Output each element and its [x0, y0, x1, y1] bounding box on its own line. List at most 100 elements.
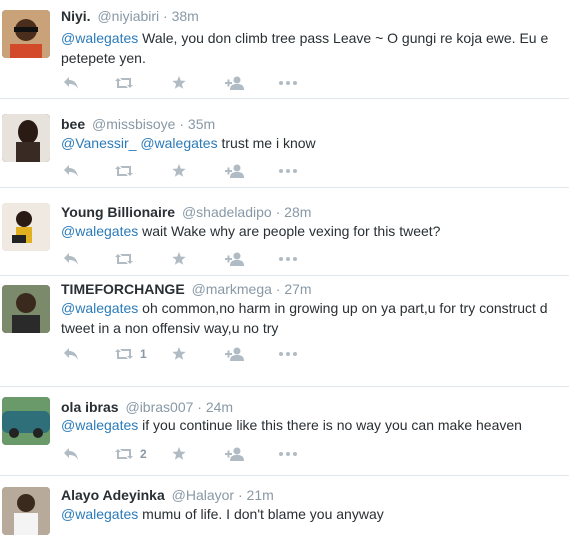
mention-link[interactable]: @walegates [140, 135, 217, 151]
mention-link[interactable]: @walegates [61, 506, 138, 522]
separator: · [163, 8, 168, 24]
fullname[interactable]: bee [61, 116, 85, 132]
tweet-header: TIMEFORCHANGE @markmega · 27m [61, 281, 312, 297]
avatar[interactable] [2, 114, 50, 162]
fullname[interactable]: ola ibras [61, 399, 119, 415]
tweet-text: @walegates Wale, you don climb tree pass… [61, 28, 561, 68]
more-icon [279, 452, 297, 456]
separator: · [275, 281, 281, 297]
favorite-button[interactable] [172, 444, 186, 464]
more-button[interactable] [279, 249, 297, 269]
reply-icon [64, 253, 78, 265]
tweet-header: Young Billionaire @shadeladipo · 28m [61, 204, 311, 220]
follow-button[interactable] [225, 73, 245, 93]
tweet-item[interactable]: Niyi. @niyiabiri · 38m @walegates Wale, … [0, 0, 569, 99]
more-icon [279, 169, 297, 173]
tweet-body: mumu of life. I don't blame you anyway [142, 506, 384, 522]
separator: · [179, 116, 185, 132]
avatar[interactable] [2, 285, 50, 333]
tweet-text: @Vanessir_ @walegates trust me i know [61, 133, 561, 153]
fullname[interactable]: Niyi. [61, 8, 91, 24]
retweet-button[interactable] [114, 73, 140, 93]
tweet-item[interactable]: Alayo Adeyinka @Halayor · 21m @walegates… [0, 476, 569, 536]
username[interactable]: @missbisoye [92, 116, 175, 132]
tweet-body: if you continue like this there is no wa… [142, 417, 522, 433]
tweet-body: wait Wake why are people vexing for this… [142, 223, 441, 239]
avatar[interactable] [2, 487, 50, 535]
retweet-icon [115, 254, 133, 264]
more-button[interactable] [279, 344, 297, 364]
tweet-header: Niyi. @niyiabiri · 38m [61, 8, 199, 24]
reply-button[interactable] [63, 249, 79, 269]
retweet-icon [115, 449, 133, 459]
mention-link[interactable]: @Vanessir_ [61, 135, 136, 151]
reply-icon [64, 165, 78, 177]
timestamp[interactable]: 38m [172, 8, 199, 24]
retweet-count: 2 [140, 447, 147, 461]
username[interactable]: @shadeladipo [182, 204, 272, 220]
favorite-button[interactable] [172, 344, 186, 364]
mention-link[interactable]: @walegates [61, 417, 138, 433]
timestamp[interactable]: 21m [247, 487, 274, 503]
timestamp[interactable]: 24m [206, 399, 233, 415]
timestamp[interactable]: 28m [284, 204, 311, 220]
follow-button[interactable] [225, 444, 245, 464]
mention-link[interactable]: @walegates [61, 223, 138, 239]
tweet-item[interactable]: TIMEFORCHANGE @markmega · 27m @walegates… [0, 276, 569, 387]
favorite-button[interactable] [172, 73, 186, 93]
follow-button[interactable] [225, 249, 245, 269]
favorite-button[interactable] [172, 161, 186, 181]
star-icon [172, 252, 186, 265]
fullname[interactable]: TIMEFORCHANGE [61, 281, 185, 297]
tweet-body: trust me i know [221, 135, 316, 151]
separator: · [275, 204, 281, 220]
username[interactable]: @Halayor [172, 487, 234, 503]
retweet-icon [115, 349, 133, 359]
retweet-button[interactable] [114, 161, 140, 181]
reply-button[interactable] [63, 444, 79, 464]
tweet-header: ola ibras @ibras007 · 24m [61, 399, 233, 415]
follow-button[interactable] [225, 161, 245, 181]
separator: · [197, 399, 202, 415]
avatar[interactable] [2, 203, 50, 251]
retweet-icon [115, 166, 133, 176]
tweet-item[interactable]: Young Billionaire @shadeladipo · 28m @wa… [0, 188, 569, 276]
follow-user-icon [225, 164, 244, 178]
follow-button[interactable] [225, 344, 245, 364]
avatar[interactable] [2, 10, 50, 58]
more-button[interactable] [279, 73, 297, 93]
username[interactable]: @ibras007 [125, 399, 193, 415]
follow-user-icon [225, 347, 244, 361]
follow-user-icon [225, 447, 244, 461]
tweet-text: @walegates oh common,no harm in growing … [61, 298, 561, 338]
reply-button[interactable] [63, 73, 79, 93]
star-icon [172, 347, 186, 360]
retweet-button[interactable]: 1 [114, 344, 147, 364]
star-icon [172, 447, 186, 460]
follow-user-icon [225, 252, 244, 266]
tweet-text: @walegates mumu of life. I don't blame y… [61, 504, 561, 524]
timestamp[interactable]: 35m [188, 116, 215, 132]
retweet-button[interactable] [114, 249, 140, 269]
retweet-button[interactable]: 2 [114, 444, 147, 464]
tweet-item[interactable]: ola ibras @ibras007 · 24m @walegates if … [0, 387, 569, 476]
reply-button[interactable] [63, 344, 79, 364]
timestamp[interactable]: 27m [284, 281, 311, 297]
reply-icon [64, 348, 78, 360]
favorite-button[interactable] [172, 249, 186, 269]
more-button[interactable] [279, 444, 297, 464]
retweet-count: 1 [140, 347, 147, 361]
username[interactable]: @markmega [192, 281, 272, 297]
fullname[interactable]: Young Billionaire [61, 204, 175, 220]
mention-link[interactable]: @walegates [61, 30, 138, 46]
username[interactable]: @niyiabiri [97, 8, 159, 24]
tweet-text: @walegates if you continue like this the… [61, 415, 561, 435]
reply-button[interactable] [63, 161, 79, 181]
tweet-timeline: Niyi. @niyiabiri · 38m @walegates Wale, … [0, 0, 569, 536]
more-icon [279, 352, 297, 356]
avatar[interactable] [2, 397, 50, 445]
mention-link[interactable]: @walegates [61, 300, 138, 316]
more-button[interactable] [279, 161, 297, 181]
fullname[interactable]: Alayo Adeyinka [61, 487, 165, 503]
tweet-item[interactable]: bee @missbisoye · 35m @Vanessir_ @walega… [0, 99, 569, 188]
